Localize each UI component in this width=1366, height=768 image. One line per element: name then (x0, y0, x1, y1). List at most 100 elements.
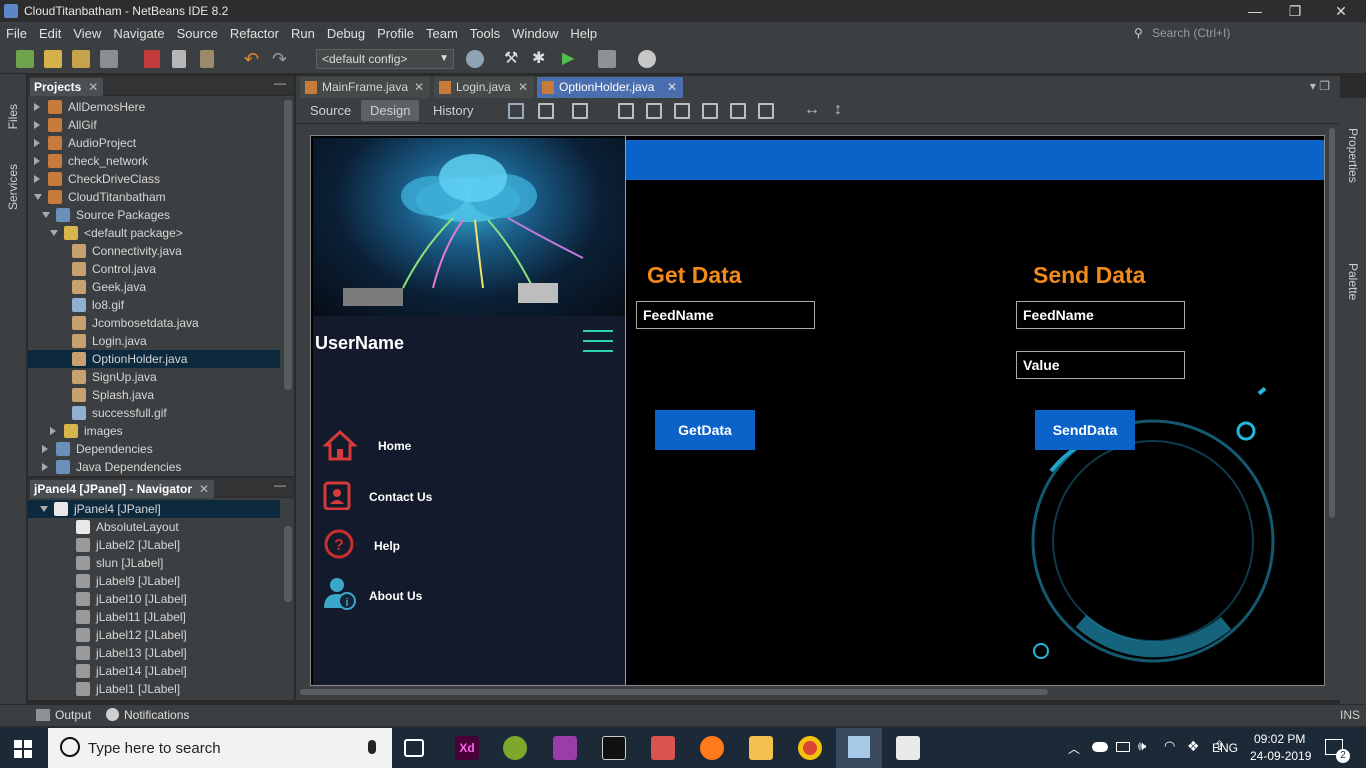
wand-app-icon[interactable] (553, 736, 577, 760)
project-tree-item[interactable]: check_network (28, 152, 280, 170)
palette-side-tab[interactable]: Palette (1346, 263, 1360, 300)
expand-arrow-icon[interactable] (34, 157, 40, 165)
project-tree-item[interactable]: AllDemosHere (28, 98, 280, 116)
send-feedname-field[interactable]: FeedName (1016, 301, 1185, 329)
tab-design[interactable]: Design (361, 100, 420, 121)
project-tree-item[interactable]: OptionHolder.java (28, 350, 280, 368)
connection-mode-icon[interactable] (538, 103, 554, 119)
get-feedname-field[interactable]: FeedName (636, 301, 815, 329)
close-icon[interactable]: ✕ (199, 480, 209, 498)
send-data-button[interactable]: SendData (1035, 410, 1135, 450)
terminal-icon[interactable] (602, 736, 626, 760)
save-all-icon[interactable] (100, 50, 118, 68)
battery-icon[interactable] (1116, 742, 1130, 752)
project-tree-item[interactable]: Source Packages (28, 206, 280, 224)
paste-icon[interactable] (200, 50, 214, 68)
project-tree-item[interactable]: successfull.gif (28, 404, 280, 422)
maximize-button[interactable]: ❐ (1272, 0, 1318, 22)
design-vertical-scrollbar[interactable] (1327, 126, 1337, 686)
notifications-tab[interactable]: Notifications (124, 708, 189, 722)
cloud-icon[interactable] (1092, 742, 1108, 752)
navigator-tree-item[interactable]: jLabel13 [JLabel] (28, 644, 280, 662)
new-file-icon[interactable] (16, 50, 34, 68)
project-tree-item[interactable]: Dependencies (28, 440, 280, 458)
menu-edit[interactable]: Edit (33, 26, 67, 41)
close-icon[interactable]: ✕ (518, 77, 528, 98)
menu-source[interactable]: Source (171, 26, 224, 41)
navigator-tree-item[interactable]: jLabel11 [JLabel] (28, 608, 280, 626)
language-indicator[interactable]: ENG (1212, 741, 1238, 755)
collapse-arrow-icon[interactable] (42, 212, 50, 218)
profile-icon[interactable] (638, 50, 656, 68)
tab-history[interactable]: History (424, 100, 482, 121)
menu-item-about-us[interactable]: i About Us (323, 576, 603, 614)
projects-tab[interactable]: Projects ✕ (30, 78, 104, 96)
eraser-app-icon[interactable] (651, 736, 675, 760)
build-hammer-icon[interactable]: ⚒ (504, 50, 522, 68)
files-side-tab[interactable]: Files (6, 104, 20, 129)
horizontal-resize-icon[interactable]: ↔ (804, 102, 820, 119)
close-icon[interactable]: ✕ (88, 78, 98, 96)
chevron-up-icon[interactable]: ︿ (1068, 740, 1080, 757)
project-tree-item[interactable]: <default package> (28, 224, 280, 242)
run-icon[interactable]: ▶ (562, 50, 580, 68)
build-target-icon[interactable] (466, 50, 484, 68)
menu-team[interactable]: Team (420, 26, 464, 41)
menu-run[interactable]: Run (285, 26, 321, 41)
align-bottom-icon[interactable] (730, 103, 746, 119)
undo-icon[interactable]: ↶ (244, 50, 262, 68)
navigator-tree-item[interactable]: jLabel12 [JLabel] (28, 626, 280, 644)
menu-window[interactable]: Window (506, 26, 564, 41)
menu-item-home[interactable]: Home (322, 428, 603, 464)
collapse-arrow-icon[interactable] (34, 194, 42, 200)
expand-arrow-icon[interactable] (34, 139, 40, 147)
debug-icon[interactable] (598, 50, 616, 68)
project-tree-item[interactable]: SignUp.java (28, 368, 280, 386)
windows-start-icon[interactable] (14, 740, 32, 758)
services-side-tab[interactable]: Services (6, 164, 20, 210)
volume-icon[interactable]: 🕪 (1138, 738, 1146, 754)
copy-icon[interactable] (172, 50, 186, 68)
navigator-tree-item[interactable]: jLabel1 [JLabel] (28, 680, 280, 698)
file-explorer-icon[interactable] (749, 736, 773, 760)
navigator-tree-item[interactable]: jLabel9 [JLabel] (28, 572, 280, 590)
menu-view[interactable]: View (67, 26, 107, 41)
close-icon[interactable]: ✕ (667, 77, 677, 98)
tab-optionholder[interactable]: OptionHolder.java ✕ (537, 77, 683, 98)
menu-item-help[interactable]: ? Help (323, 528, 603, 562)
project-tree-item[interactable]: AudioProject (28, 134, 280, 152)
minimize-panel-icon[interactable]: — (274, 76, 286, 90)
java-app-icon[interactable] (896, 736, 920, 760)
preview-design-icon[interactable] (572, 103, 588, 119)
project-tree-item[interactable]: AllGif (28, 116, 280, 134)
navigator-tab[interactable]: jPanel4 [JPanel] - Navigator ✕ (30, 480, 215, 498)
firefox-icon[interactable] (700, 736, 724, 760)
menu-help[interactable]: Help (564, 26, 603, 41)
project-tree-item[interactable]: Splash.java (28, 386, 280, 404)
align-right-icon[interactable] (646, 103, 662, 119)
minimize-panel-icon[interactable]: — (274, 478, 286, 492)
properties-side-tab[interactable]: Properties (1346, 128, 1360, 183)
vertical-resize-icon[interactable]: ↕ (834, 102, 850, 119)
menu-refactor[interactable]: Refactor (224, 26, 285, 41)
open-project-icon[interactable] (72, 50, 90, 68)
close-icon[interactable]: ✕ (414, 77, 424, 98)
tab-login[interactable]: Login.java ✕ (434, 77, 534, 98)
get-data-button[interactable]: GetData (655, 410, 755, 450)
snake-app-icon[interactable] (503, 736, 527, 760)
navigator-tree-item[interactable]: jLabel2 [JLabel] (28, 536, 280, 554)
navigator-scrollbar[interactable] (284, 526, 292, 602)
expand-arrow-icon[interactable] (34, 103, 40, 111)
cut-icon[interactable] (144, 50, 160, 68)
scroll-thumb[interactable] (1329, 128, 1335, 518)
project-tree-item[interactable]: Connectivity.java (28, 242, 280, 260)
dropbox-icon[interactable]: ❖ (1187, 738, 1200, 755)
align-top-icon[interactable] (702, 103, 718, 119)
navigator-tree-item[interactable]: slun [JLabel] (28, 554, 280, 572)
side-panel[interactable]: UserName Home Contact Us ? Help i About … (313, 138, 625, 685)
menu-debug[interactable]: Debug (321, 26, 371, 41)
send-value-field[interactable]: Value (1016, 351, 1185, 379)
clean-build-icon[interactable]: ✱ (532, 50, 550, 68)
menu-profile[interactable]: Profile (371, 26, 420, 41)
navigator-tree-item[interactable]: jLabel14 [JLabel] (28, 662, 280, 680)
